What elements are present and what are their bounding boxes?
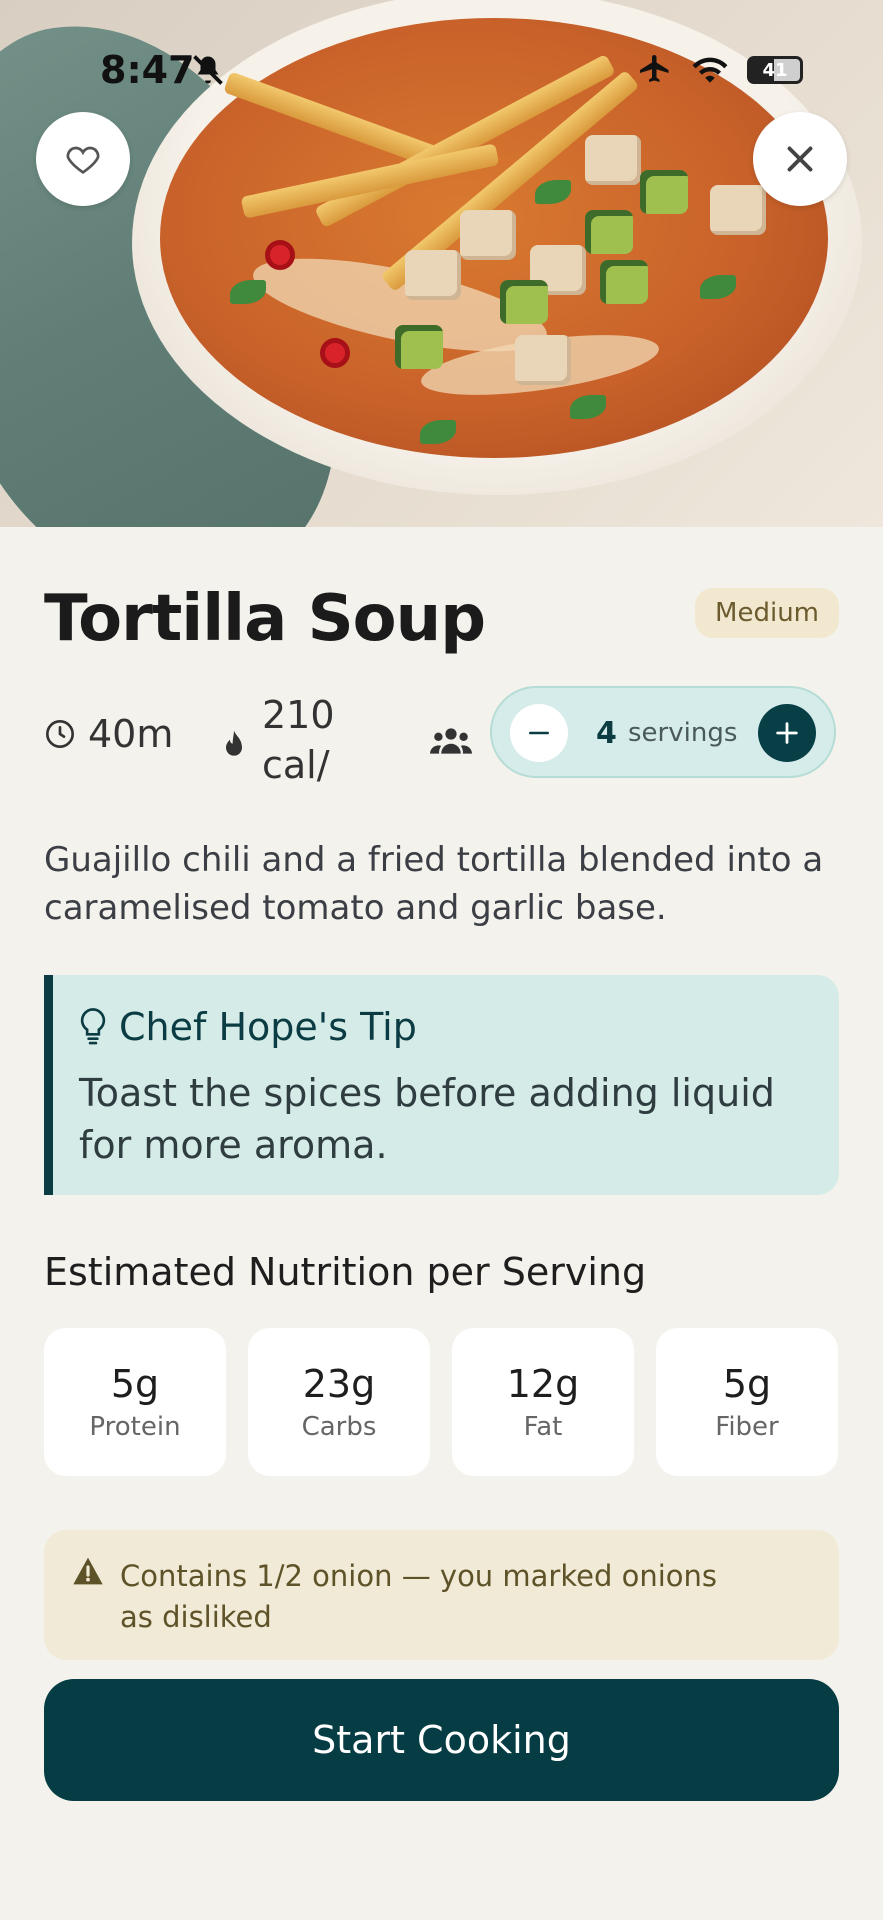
favorite-button[interactable] <box>36 112 130 206</box>
nutrition-card-fat: 12g Fat <box>452 1328 634 1476</box>
wifi-icon <box>692 57 728 83</box>
nutrition-grid: 5g Protein 23g Carbs 12g Fat 5g Fiber <box>44 1328 840 1476</box>
avocado-cube <box>395 325 443 369</box>
tofu-cube <box>585 135 641 185</box>
minus-icon <box>529 731 549 735</box>
tofu-cube <box>710 185 766 235</box>
avocado-cube <box>640 170 688 214</box>
nutrition-card-fiber: 5g Fiber <box>656 1328 838 1476</box>
recipe-description: Guajillo chili and a fried tortilla blen… <box>44 840 824 928</box>
chili-slice <box>265 240 295 270</box>
nutrition-label: Fat <box>523 1412 563 1442</box>
plus-icon <box>776 722 798 744</box>
heart-outline-icon <box>66 146 100 174</box>
hero-image: 8:47 41 <box>0 0 883 527</box>
nutrition-value: 5g <box>722 1362 772 1406</box>
difficulty-badge: Medium <box>695 588 839 638</box>
lightbulb-icon <box>80 1008 106 1045</box>
chef-tip-body: Toast the spices before adding liquid fo… <box>79 1071 775 1167</box>
avocado-cube <box>585 210 633 254</box>
bell-slash-icon <box>193 55 223 85</box>
battery-level: 41 <box>762 59 788 81</box>
close-icon <box>787 146 813 172</box>
start-cooking-button[interactable]: Start Cooking <box>44 1679 839 1801</box>
dislike-warning: Contains 1/2 onion — you marked onions a… <box>44 1530 839 1660</box>
nutrition-card-carbs: 23g Carbs <box>248 1328 430 1476</box>
nutrition-label: Fiber <box>715 1412 779 1442</box>
cook-time-value: 40m <box>88 712 174 756</box>
battery-icon: 41 <box>747 56 803 84</box>
chef-tip-card: Chef Hope's Tip Toast the spices before … <box>44 975 839 1195</box>
close-button[interactable] <box>753 112 847 206</box>
nutrition-value: 12g <box>506 1362 580 1406</box>
chili-slice <box>320 338 350 368</box>
flame-icon <box>226 730 242 756</box>
servings-count: 4 <box>596 716 617 751</box>
warning-text: Contains 1/2 onion — you marked onions a… <box>120 1559 717 1634</box>
chef-tip-title: Chef Hope's Tip <box>119 1005 417 1049</box>
airplane-icon <box>640 55 669 82</box>
nutrition-label: Carbs <box>301 1412 377 1442</box>
status-icons: 41 <box>637 52 803 88</box>
clock-icon <box>46 720 74 748</box>
avocado-cube <box>600 260 648 304</box>
decrease-servings-button[interactable] <box>510 704 568 762</box>
chef-tip-header: Chef Hope's Tip <box>79 1005 417 1049</box>
servings-stepper: 4 servings <box>490 686 836 778</box>
people-icon <box>430 728 472 754</box>
calories: 210 cal/ <box>220 690 342 790</box>
increase-servings-button[interactable] <box>758 704 816 762</box>
servings-label: servings <box>628 718 738 748</box>
tofu-cube <box>405 250 461 300</box>
recipe-title: Tortilla Soup <box>44 582 486 656</box>
cook-time: 40m <box>44 712 173 756</box>
recipe-meta: 40m 210 cal/ 4 servings <box>44 686 844 790</box>
nutrition-title: Estimated Nutrition per Serving <box>44 1250 647 1294</box>
status-time: 8:47 <box>100 48 195 92</box>
nutrition-card-protein: 5g Protein <box>44 1328 226 1476</box>
calories-value: 210 cal/ <box>262 693 335 787</box>
nutrition-label: Protein <box>89 1412 181 1442</box>
warning-icon <box>73 1557 103 1585</box>
nutrition-value: 23g <box>302 1362 376 1406</box>
nutrition-value: 5g <box>110 1362 160 1406</box>
tofu-cube <box>460 210 516 260</box>
tofu-cube <box>515 335 571 385</box>
avocado-cube <box>500 280 548 324</box>
